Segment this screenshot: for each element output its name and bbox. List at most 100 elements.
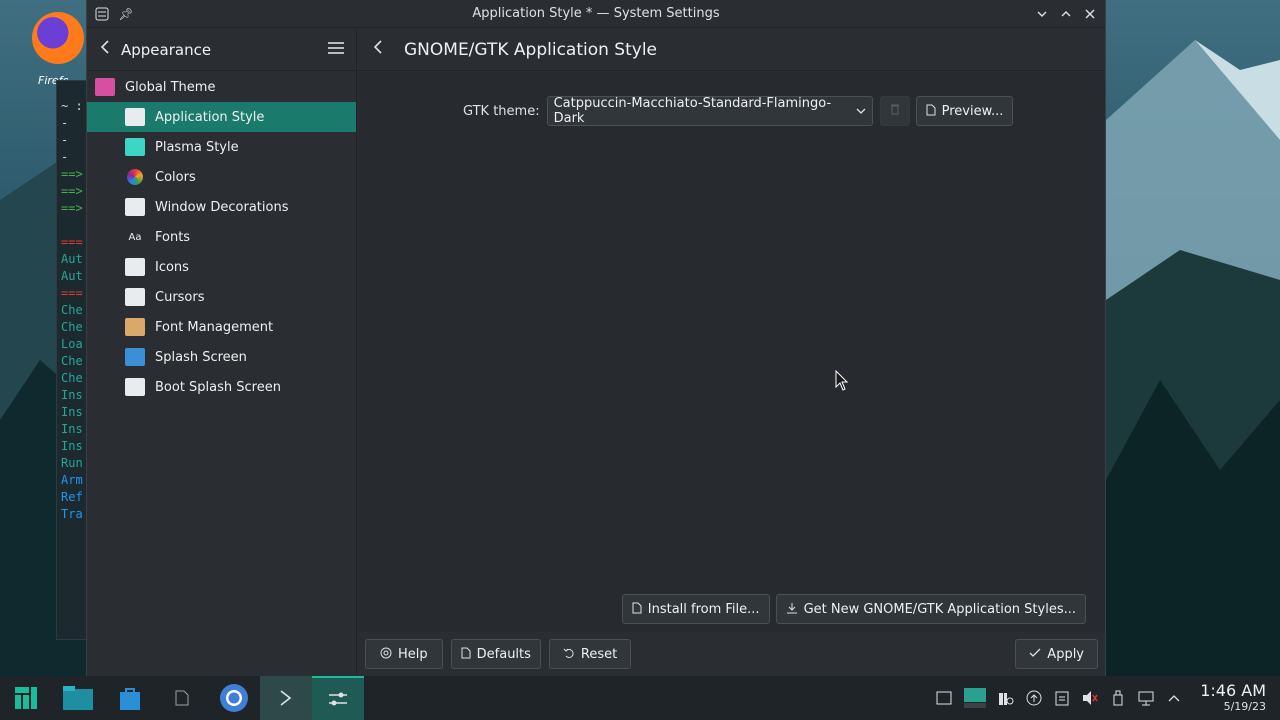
sidebar-item-label: Plasma Style xyxy=(155,139,239,155)
terminal-line: - xyxy=(61,116,69,130)
preview-button-label: Preview... xyxy=(941,103,1004,119)
trash-icon xyxy=(890,103,900,119)
sidebar-item-global-theme[interactable]: Global Theme xyxy=(87,72,356,102)
sidebar-item-label: Font Management xyxy=(155,319,274,335)
gtk-theme-row: GTK theme: Catppuccin-Macchiato-Standard… xyxy=(463,96,1014,126)
sidebar-item-label: Application Style xyxy=(155,109,265,125)
document-preview-icon xyxy=(926,104,936,119)
sidebar-item-label: Fonts xyxy=(155,229,191,245)
splash-screen-icon xyxy=(125,348,145,366)
sidebar-item-font-management[interactable]: Font Management xyxy=(87,312,356,342)
system-settings-window: 📌︎ Application Style * — System Settings… xyxy=(86,0,1106,676)
help-icon xyxy=(380,647,392,662)
sidebar-item-icons[interactable]: Icons xyxy=(87,252,356,282)
chromium-icon xyxy=(220,684,248,712)
cursors-icon xyxy=(125,288,145,306)
icons-icon xyxy=(125,258,145,276)
content-area: GTK theme: Catppuccin-Macchiato-Standard… xyxy=(358,72,1105,632)
taskbar-system-settings[interactable] xyxy=(312,676,364,720)
clipboard-icon[interactable] xyxy=(1054,690,1070,706)
terminal-line: Ref xyxy=(61,490,83,504)
fonts-icon: Aa xyxy=(128,231,142,243)
application-launcher[interactable] xyxy=(0,676,52,720)
plasma-style-icon xyxy=(125,138,145,156)
taskbar-notes[interactable] xyxy=(156,676,208,720)
help-button[interactable]: Help xyxy=(365,639,443,669)
defaults-button[interactable]: Defaults xyxy=(450,639,541,669)
preview-button[interactable]: Preview... xyxy=(915,96,1014,126)
global-theme-icon xyxy=(95,78,115,96)
application-style-icon xyxy=(125,108,145,126)
terminal-line: === xyxy=(61,286,83,300)
window-decorations-icon xyxy=(125,198,145,216)
pager-icon[interactable] xyxy=(964,688,987,708)
apply-button-label: Apply xyxy=(1047,646,1084,662)
sidebar-item-window-decorations[interactable]: Window Decorations xyxy=(87,192,356,222)
sidebar-item-label: Boot Splash Screen xyxy=(155,379,281,395)
taskbar-discover[interactable] xyxy=(104,676,156,720)
taskbar: 1:46 AM 5/19/23 xyxy=(0,676,1280,720)
help-button-label: Help xyxy=(398,646,428,662)
minimize-icon[interactable] xyxy=(1035,7,1049,21)
package-manager-icon[interactable] xyxy=(998,690,1014,706)
sidebar-item-plasma-style[interactable]: Plasma Style xyxy=(87,132,356,162)
sidebar-item-fonts[interactable]: Aa Fonts xyxy=(87,222,356,252)
install-from-file-button[interactable]: Install from File... xyxy=(621,594,770,624)
terminal-line: Che xyxy=(61,303,83,317)
taskbar-chromium[interactable] xyxy=(208,676,260,720)
main-back-icon[interactable] xyxy=(372,39,384,60)
hamburger-menu-icon[interactable] xyxy=(328,39,344,60)
apply-button[interactable]: Apply xyxy=(1015,639,1098,669)
delete-theme-button[interactable] xyxy=(879,96,910,126)
sidebar-item-colors[interactable]: Colors xyxy=(87,162,356,192)
window-titlebar[interactable]: 📌︎ Application Style * — System Settings xyxy=(87,0,1105,28)
sidebar-item-label: Colors xyxy=(155,169,196,185)
updates-icon[interactable] xyxy=(1026,690,1042,706)
sidebar-item-application-style[interactable]: Application Style xyxy=(87,102,356,132)
volume-muted-icon[interactable] xyxy=(1082,690,1098,706)
clock-date: 5/19/23 xyxy=(1223,700,1266,713)
sidebar-item-boot-splash-screen[interactable]: Boot Splash Screen xyxy=(87,372,356,402)
mouse-cursor-icon xyxy=(835,370,849,391)
sidebar-item-splash-screen[interactable]: Splash Screen xyxy=(87,342,356,372)
digital-clock[interactable]: 1:46 AM 5/19/23 xyxy=(1200,682,1266,714)
defaults-icon xyxy=(461,647,471,662)
download-icon xyxy=(786,602,798,617)
maximize-icon[interactable] xyxy=(1059,7,1073,21)
show-desktop-icon[interactable] xyxy=(936,690,952,706)
terminal-line: ==> xyxy=(61,201,83,215)
removable-device-icon[interactable] xyxy=(1110,690,1126,706)
sidebar-item-cursors[interactable]: Cursors xyxy=(87,282,356,312)
install-buttons-row: Install from File... Get New GNOME/GTK A… xyxy=(621,594,1086,624)
terminal-icon xyxy=(280,690,292,706)
taskbar-dolphin[interactable] xyxy=(52,676,104,720)
sidebar-back-icon[interactable] xyxy=(99,39,111,60)
sidebar-item-label: Global Theme xyxy=(125,79,216,95)
app-menu-icon[interactable] xyxy=(95,7,109,21)
close-icon[interactable] xyxy=(1083,7,1097,21)
sidebar-title: Appearance xyxy=(121,40,212,59)
background-terminal[interactable]: ~ : - - - ==> ==> ==> === Aut Aut === Che Che Loa C… xyxy=(56,80,88,640)
tray-expand-icon[interactable] xyxy=(1166,690,1182,706)
sidebar: Appearance Global Theme Application Style… xyxy=(87,29,357,676)
pin-icon[interactable]: 📌︎ xyxy=(118,7,133,21)
footer-buttons: Help Defaults Reset Apply xyxy=(358,632,1105,676)
terminal-line: Che xyxy=(61,354,83,368)
taskbar-konsole[interactable] xyxy=(260,676,312,720)
reset-button[interactable]: Reset xyxy=(548,639,632,669)
terminal-line: Aut xyxy=(61,269,83,283)
terminal-line: Aut xyxy=(61,252,83,266)
terminal-line: Tra xyxy=(61,507,83,521)
chevron-down-icon xyxy=(856,105,866,118)
firefox-icon xyxy=(32,12,84,64)
network-icon[interactable] xyxy=(1138,690,1154,706)
gtk-theme-select[interactable]: Catppuccin-Macchiato-Standard-Flamingo-D… xyxy=(546,96,873,126)
boot-splash-screen-icon xyxy=(125,378,145,396)
folder-icon xyxy=(63,686,93,710)
desktop-icon-firefox[interactable]: Firefox xyxy=(28,12,88,87)
get-new-styles-button[interactable]: Get New GNOME/GTK Application Styles... xyxy=(775,594,1086,624)
terminal-line: Che xyxy=(61,371,83,385)
gtk-theme-label: GTK theme: xyxy=(463,103,540,119)
